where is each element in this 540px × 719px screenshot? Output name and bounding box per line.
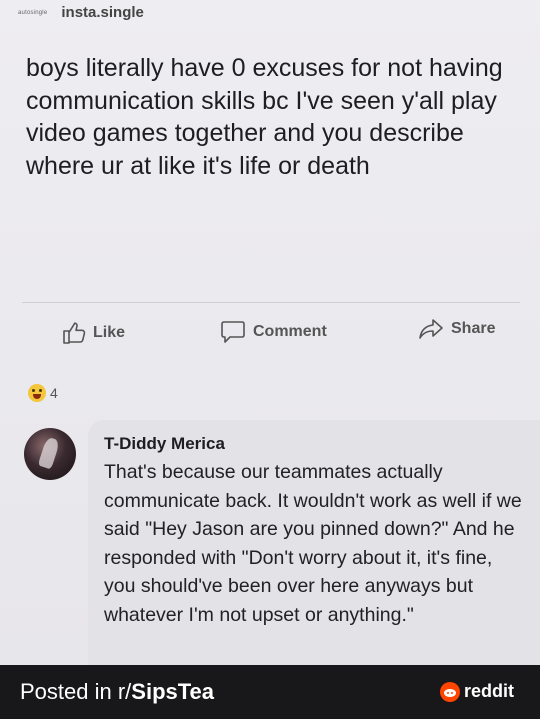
posted-prefix: Posted in r/ <box>20 679 132 704</box>
post-actions: Like Comment Share <box>0 318 540 350</box>
avatar[interactable] <box>24 428 76 480</box>
reaction-count: 4 <box>50 385 58 401</box>
like-label: Like <box>93 324 126 341</box>
reaction-summary[interactable]: 4 <box>28 384 58 402</box>
comment-button[interactable]: Comment <box>220 320 327 344</box>
posted-in-label[interactable]: Posted in r/SipsTea <box>20 679 214 705</box>
reddit-footer: Posted in r/SipsTea reddit <box>0 665 540 719</box>
reddit-logo-icon <box>440 681 460 702</box>
comment-author[interactable]: T-Diddy Merica <box>104 434 225 454</box>
share-label: Share <box>451 320 496 337</box>
share-arrow-icon <box>419 319 443 339</box>
divider <box>22 302 520 303</box>
account-handle: autosingle <box>18 9 48 16</box>
comment-label: Comment <box>253 323 327 340</box>
post-header: autosingle insta.single <box>18 4 144 21</box>
reddit-brand: reddit <box>440 681 514 702</box>
like-button[interactable]: Like <box>62 322 125 344</box>
thumbs-up-icon <box>63 322 86 344</box>
laughing-emoji-icon <box>28 384 46 402</box>
share-button[interactable]: Share <box>418 318 495 340</box>
post-text: boys literally have 0 excuses for not ha… <box>26 54 503 180</box>
subreddit-name: SipsTea <box>131 679 215 704</box>
source-name[interactable]: insta.single <box>61 4 144 21</box>
screenshot-post: autosingle insta.single boys literally h… <box>0 0 540 665</box>
reddit-wordmark: reddit <box>464 681 515 701</box>
speech-bubble-icon <box>221 321 245 343</box>
comment-text: That's because our teammates actually co… <box>104 461 522 626</box>
